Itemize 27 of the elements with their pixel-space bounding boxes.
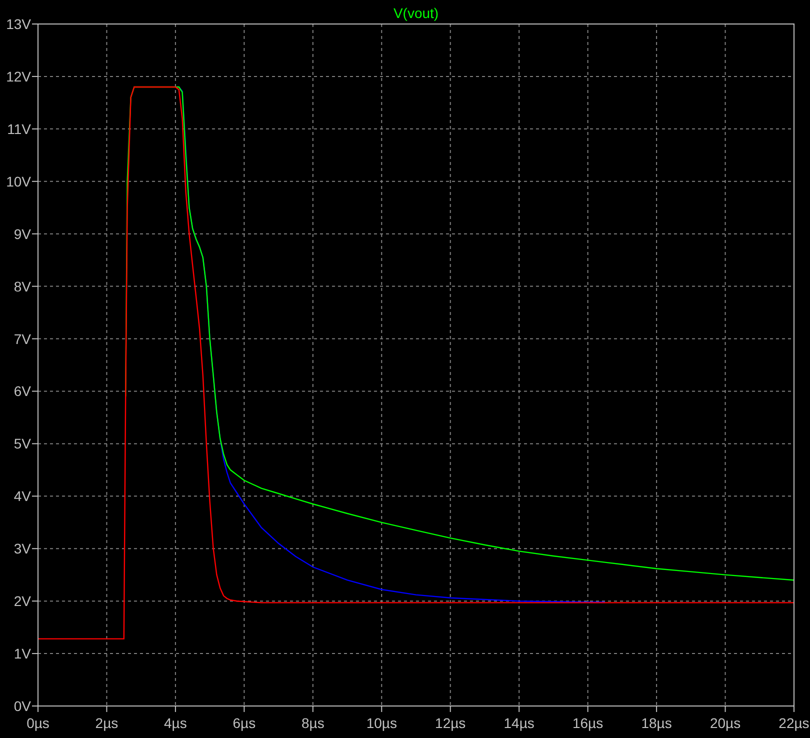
- axis-tick-label: 8V: [14, 278, 31, 294]
- axis-tick-label: 3V: [14, 540, 31, 557]
- axis-tick-label: 0µs: [26, 715, 50, 731]
- axis-tick-label: 4V: [14, 488, 31, 504]
- axis-tick-label: 16µs: [572, 715, 604, 731]
- axis-tick-label: 6V: [14, 383, 31, 400]
- axis-tick-label: 14µs: [504, 715, 534, 731]
- axis-tick-label: 10V: [6, 173, 31, 190]
- axis-tick-label: 7V: [14, 330, 31, 347]
- axis-tick-label: 6µs: [232, 715, 256, 731]
- axis-tick-label: 1V: [14, 646, 31, 662]
- axis-tick-label: 4µs: [164, 715, 187, 731]
- axis-tick-label: 12V: [6, 68, 31, 84]
- axis-tick-label: 9V: [14, 226, 31, 242]
- axis-tick-label: 22µs: [778, 715, 810, 731]
- axis-tick-label: 12µs: [435, 715, 466, 731]
- axis-tick-label: 11V: [7, 120, 31, 137]
- axis-tick-label: 0V: [14, 698, 31, 714]
- axis-tick-label: 13V: [6, 16, 31, 32]
- axis-tick-label: 5V: [14, 436, 31, 452]
- axis-tick-label: 2V: [14, 593, 31, 610]
- axis-tick-label: 18µs: [641, 715, 672, 731]
- axis-tick-label: 20µs: [710, 715, 741, 731]
- axis-tick-label: 10µs: [366, 715, 397, 731]
- trace-name: V(vout): [393, 5, 439, 21]
- axis-tick-label: 8µs: [301, 715, 324, 731]
- axis-tick-label: 2µs: [95, 715, 118, 731]
